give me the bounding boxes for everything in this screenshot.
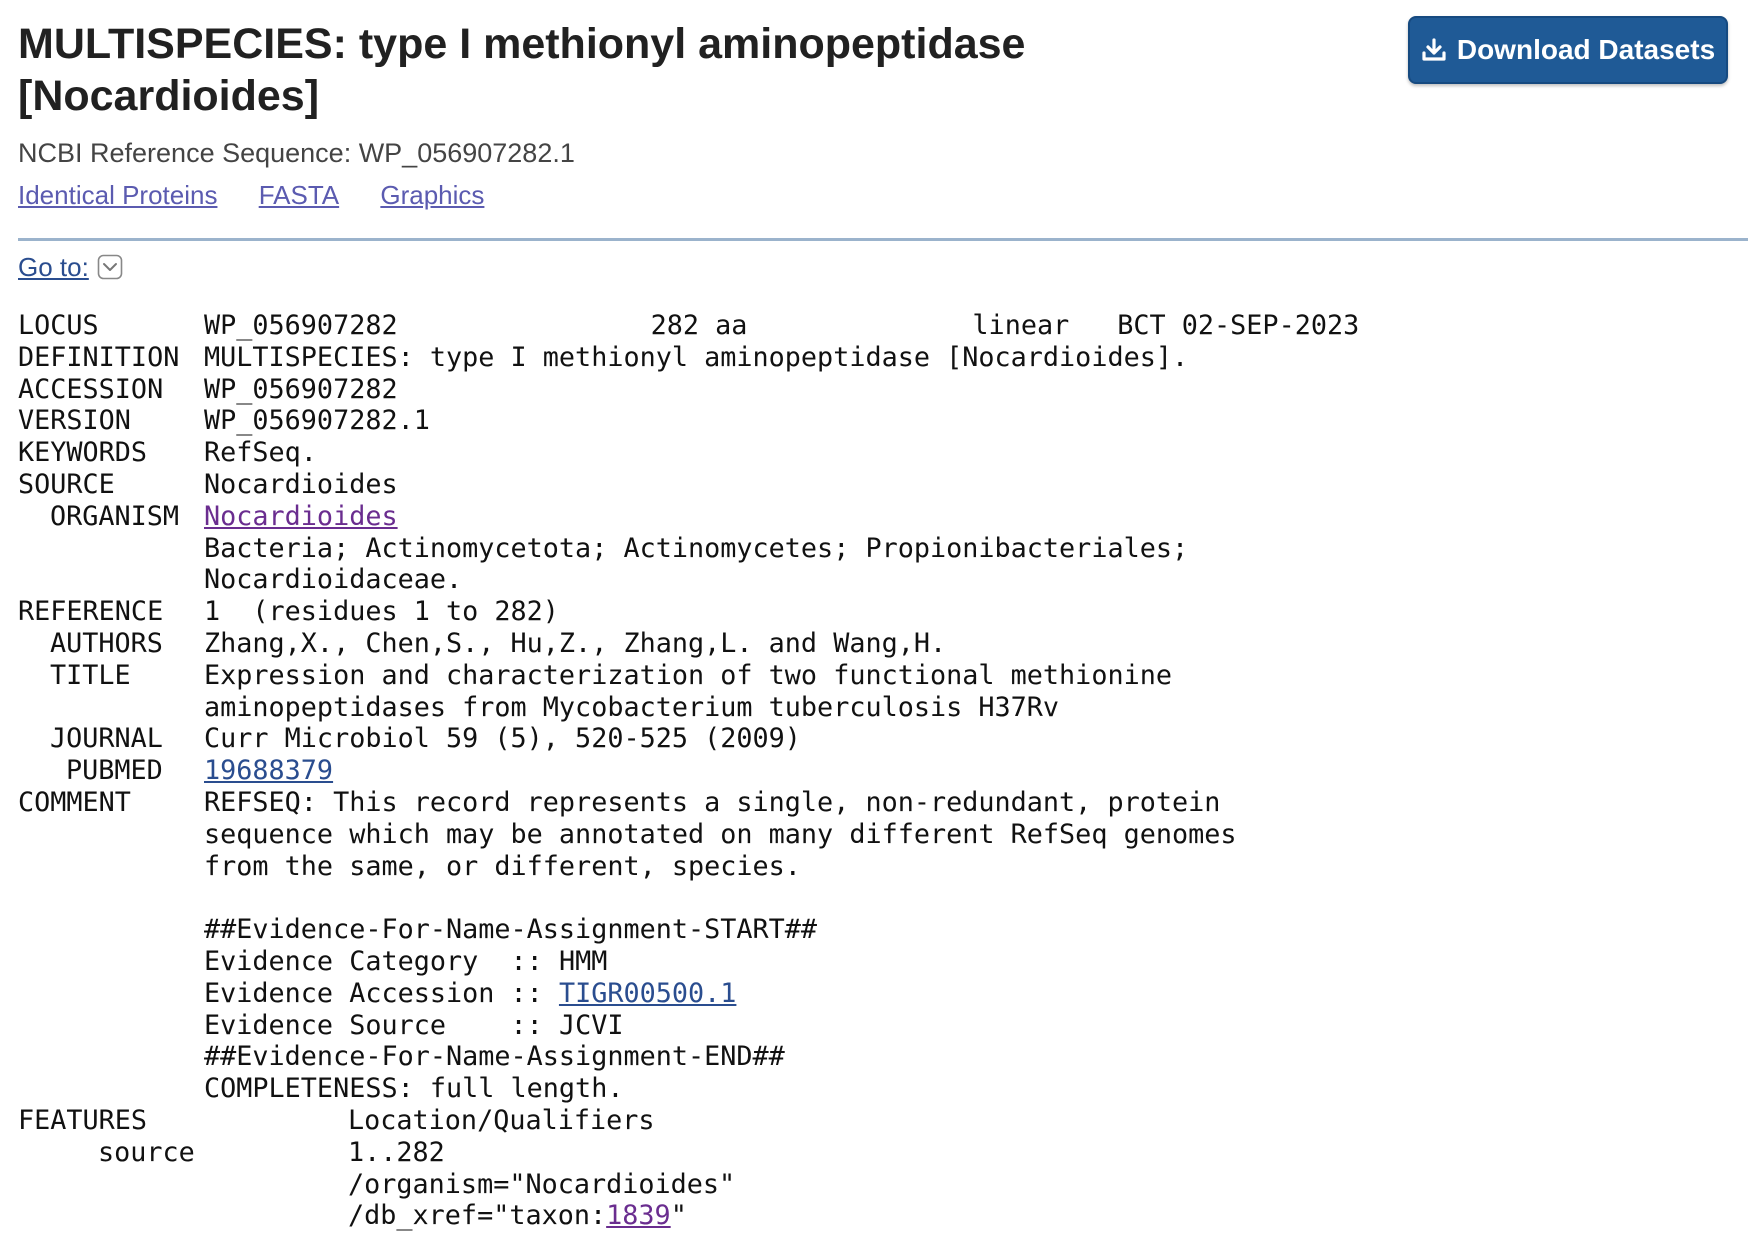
features-header-line: FEATURES Location/Qualifiers <box>18 1104 655 1136</box>
graphics-link[interactable]: Graphics <box>380 180 484 210</box>
reference-line: REFERENCE 1 (residues 1 to 282) <box>18 596 559 628</box>
keywords-line: KEYWORDS RefSeq. <box>18 437 317 469</box>
authors-line: AUTHORS Zhang,X., Chen,S., Hu,Z., Zhang,L… <box>50 627 947 659</box>
journal-line: JOURNAL Curr Microbiol 59 (5), 520-525 (2… <box>50 723 801 755</box>
download-datasets-label: Download Datasets <box>1456 34 1716 65</box>
evidence-source-line: Evidence Source :: JCVI <box>204 1009 624 1041</box>
lineage-line-2: Nocardioidaceae. <box>204 564 463 596</box>
evidence-accession-link[interactable]: TIGR00500.1 <box>559 978 736 1009</box>
organism-link[interactable]: Nocardioides <box>204 501 398 532</box>
comment-line-3: from the same, or different, species. <box>204 850 801 882</box>
locus-name: WP_056907282 <box>204 310 398 341</box>
header-divider <box>18 238 1748 241</box>
title-line-1: TITLE Expression and characterization of … <box>50 659 1172 691</box>
refseq-accession-label: NCBI Reference Sequence: WP_056907282.1 <box>18 138 575 168</box>
taxon-link[interactable]: 1839 <box>606 1200 671 1231</box>
evidence-accession-line: Evidence Accession :: TIGR00500.1 <box>204 977 737 1009</box>
evidence-end-line: ##Evidence-For-Name-Assignment-END## <box>204 1041 785 1073</box>
chevron-down-icon[interactable] <box>97 254 123 280</box>
organism-line: ORGANISM Nocardioides <box>50 500 398 532</box>
download-icon <box>1421 37 1447 63</box>
title-line-2: aminopeptidases from Mycobacterium tuber… <box>204 691 1060 723</box>
genpept-record: LOCUS WP_056907282 282 aa linear BCT 02-SEP-… <box>18 310 1359 1232</box>
locus-line: LOCUS WP_056907282 282 aa linear BCT 02-SEP-… <box>18 310 1360 341</box>
version-line: VERSION WP_056907282.1 <box>18 405 430 437</box>
pubmed-line: PUBMED 19688379 <box>66 755 334 787</box>
feature-xref-qualifier: /db_xref="taxon:1839" <box>348 1200 687 1232</box>
report-links: Identical Proteins FASTA Graphics <box>18 178 518 212</box>
locus-topology: linear <box>972 310 1070 341</box>
fasta-link[interactable]: FASTA <box>259 180 339 210</box>
download-datasets-button[interactable]: Download Datasets <box>1408 16 1728 84</box>
page-title: MULTISPECIES: type I methionyl aminopept… <box>18 20 1026 120</box>
comment-line-2: sequence which may be annotated on many … <box>204 818 1237 850</box>
feature-source-line: source 1..282 <box>98 1136 445 1168</box>
feature-organism-qualifier: /organism="Nocardioides" <box>348 1168 736 1200</box>
locus-division-date: BCT 02-SEP-2023 <box>1117 310 1360 341</box>
evidence-category-line: Evidence Category :: HMM <box>204 945 608 977</box>
identical-proteins-link[interactable]: Identical Proteins <box>18 180 217 210</box>
goto-link[interactable]: Go to: <box>18 250 89 284</box>
comment-blank-line <box>18 882 1359 914</box>
completeness-line: COMPLETENESS: full length. <box>204 1073 624 1105</box>
locus-length: 282 aa <box>650 310 748 341</box>
comment-line-1: COMMENT REFSEQ: This record represents a … <box>18 786 1221 818</box>
source-line: SOURCE Nocardioides <box>18 468 398 500</box>
accession-line: ACCESSION WP_056907282 <box>18 373 398 405</box>
lineage-line-1: Bacteria; Actinomycetota; Actinomycetes;… <box>204 532 1189 564</box>
pubmed-link[interactable]: 19688379 <box>204 755 333 786</box>
goto-menu[interactable]: Go to: <box>18 250 123 284</box>
definition-line: DEFINITION MULTISPECIES: type I methionyl… <box>18 341 1189 373</box>
evidence-start-line: ##Evidence-For-Name-Assignment-START## <box>204 914 818 946</box>
